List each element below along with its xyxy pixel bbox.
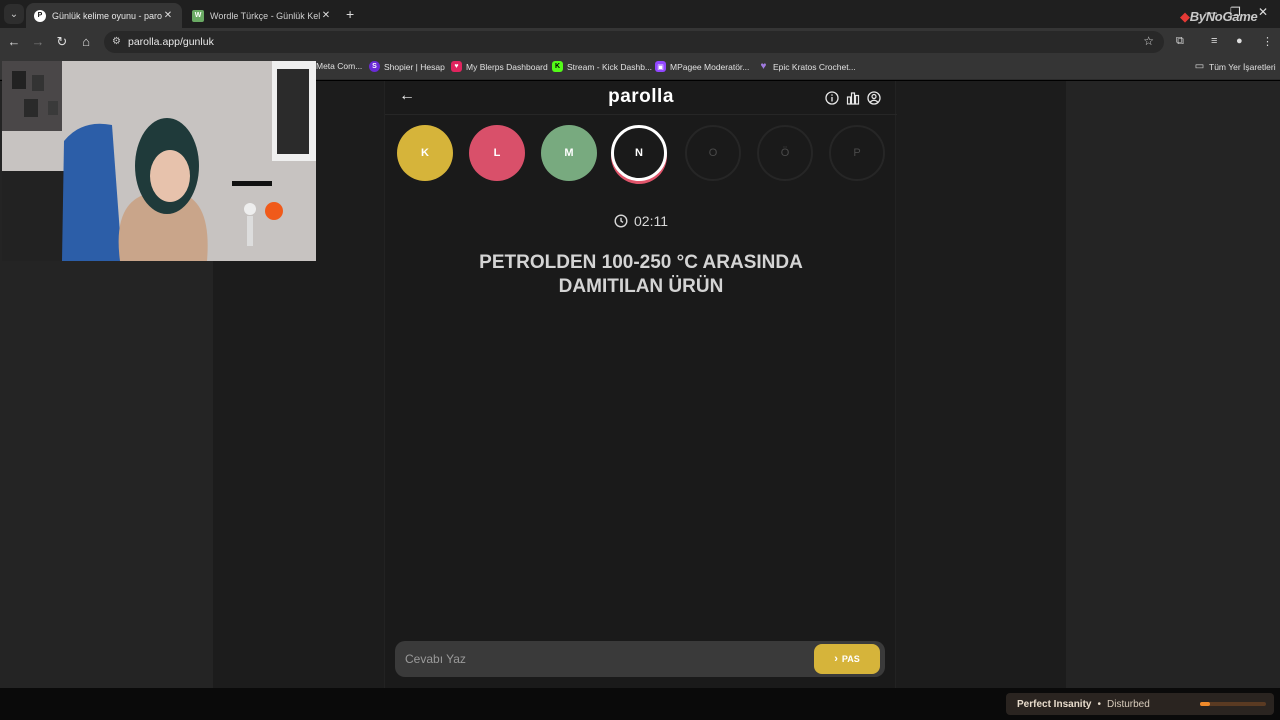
close-tab-icon[interactable]: ✕ (320, 10, 332, 21)
bookmark-shopier[interactable]: S Shopier | Hesap (369, 61, 445, 72)
home-icon[interactable]: ⌂ (78, 34, 94, 49)
close-window-icon[interactable]: ✕ (1258, 5, 1268, 19)
tab-search-button[interactable]: ⌄ (4, 4, 24, 24)
now-playing-widget: Perfect Insanity • Disturbed (1006, 693, 1274, 715)
question-text: PETROLDEN 100-250 °C ARASINDA DAMITILAN … (479, 252, 803, 297)
bookmark-kick[interactable]: K Stream - Kick Dashb... (552, 61, 652, 72)
profile-icon[interactable] (867, 91, 881, 105)
info-icon[interactable] (825, 91, 839, 105)
song-title: Perfect Insanity (1017, 698, 1092, 710)
bottom-bar: Perfect Insanity • Disturbed (0, 688, 1280, 720)
bynogame-watermark: ◆ByNoGame (1180, 9, 1258, 24)
countdown-timer: 02:11 (385, 213, 897, 229)
address-bar[interactable]: ⚙ parolla.app/gunluk ☆ (104, 31, 1164, 53)
maximize-icon[interactable]: ❐ (1230, 5, 1241, 19)
letter-circle-k: K (397, 125, 453, 181)
letter-circle-o: O (685, 125, 741, 181)
extensions-icon[interactable]: ⧉ (1176, 35, 1184, 48)
bookmark-mpagee[interactable]: ▣ MPagee Moderatör... (655, 61, 749, 72)
tab-strip: ⌄ P Günlük kelime oyunu - parolla ✕ W Wo… (0, 0, 1280, 28)
song-progress-fill (1200, 702, 1210, 706)
webcam-image (2, 61, 316, 261)
media-control-icon[interactable]: ≡ (1211, 35, 1217, 47)
letter-circle-l: L (469, 125, 525, 181)
browser-toolbar: ← → ↻ ⌂ ⚙ parolla.app/gunluk ☆ ⧉ ≡ ● ⋮ (0, 28, 1280, 56)
chevron-right-icon: › (834, 653, 838, 665)
profile-avatar-icon[interactable]: ● (1236, 35, 1243, 47)
all-bookmarks[interactable]: ▭ Tüm Yer İşaretleri (1194, 61, 1276, 72)
parolla-app: ← parolla K L M N O Ö P 02:11 PETROLDEN … (384, 81, 897, 688)
new-tab-icon[interactable]: + (346, 6, 354, 22)
separator-dot: • (1097, 698, 1101, 710)
bookmark-meta[interactable]: Meta Com... (316, 61, 362, 71)
clock-icon (614, 214, 628, 228)
timer-value: 02:11 (634, 213, 668, 229)
letter-circle-n-current: N (611, 125, 667, 181)
wordle-favicon-icon: W (192, 9, 204, 22)
reload-icon[interactable]: ↻ (54, 34, 70, 50)
letter-circle-o-umlaut: Ö (757, 125, 813, 181)
back-icon[interactable]: ← (6, 34, 22, 49)
parolla-favicon-icon: P (34, 9, 46, 22)
site-info-icon[interactable]: ⚙ (112, 36, 121, 47)
minimize-icon[interactable]: — (1205, 5, 1217, 19)
tab-title: Günlük kelime oyunu - parolla (52, 10, 162, 21)
bookmark-star-icon[interactable]: ☆ (1143, 34, 1154, 48)
tab-title: Wordle Türkçe - Günlük Kelime (210, 10, 320, 21)
stats-icon[interactable] (846, 91, 860, 105)
pass-button[interactable]: › PAS (814, 644, 880, 674)
kick-icon: K (552, 61, 563, 72)
menu-icon[interactable]: ⋮ (1262, 35, 1273, 48)
letter-progress: K L M N O Ö P (397, 125, 887, 183)
song-progress-bar (1200, 702, 1266, 706)
letter-circle-p: P (829, 125, 885, 181)
forward-icon[interactable]: → (30, 34, 46, 49)
answer-input[interactable] (395, 641, 805, 677)
twitch-icon: ▣ (655, 61, 666, 72)
bookmark-blerps[interactable]: ♥ My Blerps Dashboard (451, 61, 548, 72)
tab-parolla[interactable]: P Günlük kelime oyunu - parolla ✕ (26, 3, 182, 28)
heart-icon: ♥ (760, 61, 767, 72)
artist-name: Disturbed (1107, 698, 1150, 710)
url-text[interactable]: parolla.app/gunluk (128, 36, 214, 48)
folder-icon: ▭ (1194, 61, 1205, 72)
webcam-overlay (2, 61, 316, 261)
blerps-icon: ♥ (451, 61, 462, 72)
app-logo: parolla (608, 86, 674, 107)
app-header: ← parolla (385, 81, 897, 115)
letter-circle-m: M (541, 125, 597, 181)
close-tab-icon[interactable]: ✕ (162, 10, 174, 21)
tab-wordle[interactable]: W Wordle Türkçe - Günlük Kelime ✕ (184, 3, 340, 28)
answer-bar: ›PAS (395, 641, 885, 677)
shopier-icon: S (369, 61, 380, 72)
bookmark-kratos[interactable]: ♥ Epic Kratos Crochet... (758, 61, 856, 72)
